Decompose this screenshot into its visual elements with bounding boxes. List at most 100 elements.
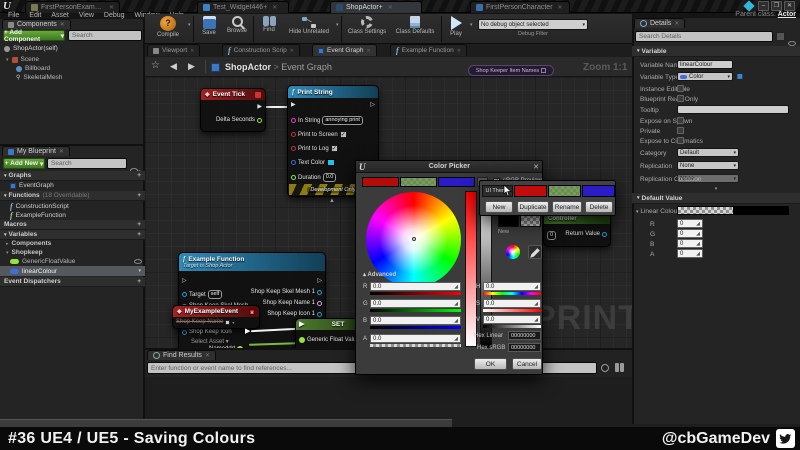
macros-section-header[interactable]: Macros+ xyxy=(0,220,145,230)
saturation-slider[interactable] xyxy=(465,191,477,347)
private-checkbox[interactable] xyxy=(677,127,684,134)
doc-tab-firstpersoncharacter[interactable]: FirstPersonCharacter✕ xyxy=(470,1,570,13)
menu-edit[interactable]: Edit xyxy=(29,12,41,19)
add-component-button[interactable]: + Add Component▾ xyxy=(3,30,65,41)
color-picker-titlebar[interactable]: U Color Picker ✕ xyxy=(356,161,542,173)
exec-out-pin[interactable]: ▶ xyxy=(257,104,262,111)
find-button[interactable]: Find xyxy=(256,16,282,33)
shop-keep-icon-pin[interactable]: Shop Keep Icon xyxy=(182,329,232,335)
exec-out-pin[interactable]: ▶ xyxy=(245,328,250,335)
add-graph-button[interactable]: + xyxy=(137,172,141,179)
save-button[interactable]: Save xyxy=(196,16,222,36)
close-button[interactable]: ✕ xyxy=(784,1,795,11)
menu-debug[interactable]: Debug xyxy=(104,12,125,19)
my-blueprint-search-input[interactable] xyxy=(47,158,127,169)
event-dispatchers-section-header[interactable]: Event Dispatchers+ xyxy=(0,277,145,287)
container-type-icon[interactable]: ▦ xyxy=(737,73,743,80)
a-field[interactable]: 0◢ xyxy=(677,249,703,258)
r-field[interactable]: 0◢ xyxy=(677,219,703,228)
a-slider[interactable]: 0.0◢ xyxy=(370,334,461,343)
minimize-button[interactable]: – xyxy=(758,1,769,11)
doc-tab-shopactor[interactable]: ShopActor+✕ xyxy=(330,1,422,13)
theme-swatch-green[interactable] xyxy=(400,177,437,187)
variable-name-field[interactable]: linearColour xyxy=(677,60,733,69)
in-string-pin[interactable]: In String annoying print xyxy=(291,116,363,125)
display-filter-button[interactable] xyxy=(776,32,785,41)
theme-swatch-blue[interactable] xyxy=(438,177,475,187)
instance-editable-checkbox[interactable] xyxy=(677,85,684,92)
add-function-button[interactable]: + xyxy=(137,192,141,199)
bookmark-star-icon[interactable]: ☆ xyxy=(151,60,160,71)
theme-delete-button[interactable]: Delete xyxy=(585,201,613,213)
tab-example-function[interactable]: f Example Function✕ xyxy=(390,44,467,56)
details-search-input[interactable] xyxy=(635,31,773,42)
category-dropdown[interactable]: Default▾ xyxy=(677,148,739,157)
add-macro-button[interactable]: + xyxy=(137,221,141,228)
eventgraph-row[interactable]: EventGraph xyxy=(10,182,54,189)
nav-forward-icon[interactable]: ▶ xyxy=(188,61,195,72)
maximize-button[interactable]: ❐ xyxy=(771,1,782,11)
variable-type-dropdown[interactable]: Color ▾ xyxy=(677,72,733,81)
ui-theme-dropdown-panel[interactable]: UI Theme New Duplicate Rename Delete xyxy=(479,180,616,216)
icon-out-pin[interactable]: Shop Keep Icon 1 xyxy=(267,311,322,317)
variable-genericfloatvalue-row[interactable]: GenericFloatValue xyxy=(10,258,142,265)
v-slider[interactable]: 0.0◢ xyxy=(483,315,541,324)
marketplace-gem-icon[interactable] xyxy=(743,0,754,11)
variable-linearcolour-row[interactable]: linearColour ▾ xyxy=(0,266,145,276)
hex-srgb-field[interactable]: 00000000 xyxy=(508,343,541,352)
breadcrumb-leaf[interactable]: Event Graph xyxy=(281,62,332,72)
r-slider[interactable]: 0.0◢ xyxy=(370,282,461,291)
node-my-example-event[interactable]: ◆ MyExampleEvent ✕ Shop Keep Name ▾ xyxy=(172,305,260,329)
in-string-value[interactable]: annoying print xyxy=(322,116,363,125)
parent-class-link[interactable]: Actor xyxy=(778,11,796,18)
tab-construction-script[interactable]: f Construction Scrip✕ xyxy=(222,44,300,56)
print-to-log-checkbox[interactable]: ✓ xyxy=(331,145,338,152)
chevron-down-icon[interactable]: ▾ xyxy=(138,268,141,274)
binoculars-icon-button[interactable] xyxy=(615,363,624,372)
exec-out-pin[interactable]: ▷ xyxy=(317,278,322,285)
compile-button[interactable]: ? Compile xyxy=(149,16,187,38)
return-value-pin[interactable]: Return Value xyxy=(565,231,607,237)
breadcrumb-root[interactable]: ShopActor xyxy=(225,62,271,72)
theme-item-green[interactable] xyxy=(548,185,581,197)
skel-mesh-out-pin[interactable]: Shop Keep Skel Mesh 1 xyxy=(251,289,322,295)
menu-asset[interactable]: Asset xyxy=(51,12,69,19)
constructionscript-row[interactable]: f ConstructionScript xyxy=(10,202,69,211)
tab-viewport[interactable]: Viewport✕ xyxy=(147,44,200,56)
components-root-row[interactable]: ShopActor(self) xyxy=(4,45,58,52)
hex-linear-field[interactable]: 00000000 xyxy=(508,331,541,340)
tooltip-field[interactable] xyxy=(677,105,789,114)
duration-value[interactable]: 0.0 xyxy=(323,173,337,182)
hide-unrelated-dropdown-arrow[interactable]: ▾ xyxy=(336,22,339,28)
wheel-mode-icon[interactable] xyxy=(506,245,520,259)
components-panel-tab[interactable]: Components✕ xyxy=(2,19,71,29)
checkbox-icon[interactable] xyxy=(225,320,230,325)
add-dispatcher-button[interactable]: + xyxy=(137,278,141,285)
delta-seconds-pin[interactable]: Delta Seconds xyxy=(216,117,262,123)
theme-item-blue[interactable] xyxy=(582,185,615,197)
scene-row[interactable]: ▾ Scene xyxy=(6,56,39,63)
advanced-section-toggle[interactable]: ▴ Advanced xyxy=(363,271,396,278)
text-color-pin[interactable]: Text Color xyxy=(291,159,335,166)
find-results-tab[interactable]: Find Results✕ xyxy=(147,350,216,360)
tab-event-graph[interactable]: Event Graph✕ xyxy=(312,44,377,56)
menu-view[interactable]: View xyxy=(79,12,94,19)
exec-in-pin[interactable]: ▶ xyxy=(291,102,296,109)
node-event-tick[interactable]: ◆ Event Tick ▶ Delta Seconds xyxy=(200,88,266,132)
examplefunction-row[interactable]: f ExampleFunction xyxy=(10,211,66,220)
print-to-log-pin[interactable]: Print to Log ✓ xyxy=(291,145,338,152)
theme-rename-button[interactable]: Rename xyxy=(552,201,582,213)
play-dropdown-arrow[interactable]: ▾ xyxy=(470,22,473,28)
class-settings-button[interactable]: Class Settings xyxy=(344,16,390,35)
print-to-screen-checkbox[interactable]: ✓ xyxy=(340,131,347,138)
g-slider[interactable]: 0.0◢ xyxy=(370,299,461,308)
eye-icon[interactable] xyxy=(134,259,142,264)
doc-tab-testwidget[interactable]: Test_Widget446+✕ xyxy=(197,1,289,13)
details-tab[interactable]: Details✕ xyxy=(634,18,685,28)
debug-object-dropdown[interactable]: No debug object selected▾ xyxy=(478,19,588,30)
graphs-section-header[interactable]: ▾Graphs+ xyxy=(0,171,145,181)
variable-section-header[interactable]: ▾Variable xyxy=(632,46,800,57)
expose-on-spawn-checkbox[interactable] xyxy=(677,117,684,124)
compile-dropdown-arrow[interactable]: ▾ xyxy=(188,22,191,28)
nav-back-icon[interactable]: ◀ xyxy=(170,61,177,72)
